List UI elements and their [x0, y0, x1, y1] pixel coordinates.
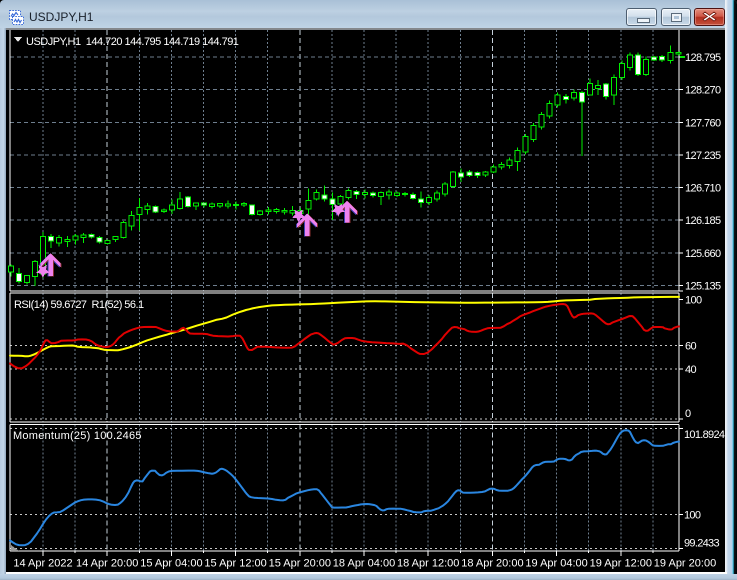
svg-text:15 Apr 20:00: 15 Apr 20:00 — [269, 558, 331, 570]
svg-text:15 Apr 04:00: 15 Apr 04:00 — [140, 558, 202, 570]
svg-text:14 Apr 2022: 14 Apr 2022 — [13, 558, 72, 570]
svg-text:19 Apr 12:00: 19 Apr 12:00 — [590, 558, 652, 570]
svg-text:15 Apr 12:00: 15 Apr 12:00 — [204, 558, 266, 570]
svg-text:0: 0 — [685, 408, 691, 420]
svg-text:18 Apr 04:00: 18 Apr 04:00 — [333, 558, 395, 570]
svg-text:USDJPY,H1 144.720 144.795 144: USDJPY,H1 144.720 144.795 144.719 144.79… — [26, 36, 239, 48]
svg-text:18 Apr 20:00: 18 Apr 20:00 — [461, 558, 523, 570]
svg-text:127.235: 127.235 — [685, 150, 721, 162]
svg-text:40: 40 — [685, 364, 697, 376]
svg-text:14 Apr 20:00: 14 Apr 20:00 — [76, 558, 138, 570]
svg-text:RSI(14) 59.6727 R1(52) 56.1: RSI(14) 59.6727 R1(52) 56.1 — [14, 299, 144, 311]
svg-text:126.710: 126.710 — [685, 183, 721, 195]
svg-text:19 Apr 04:00: 19 Apr 04:00 — [525, 558, 587, 570]
svg-text:127.760: 127.760 — [685, 117, 721, 129]
svg-text:128.795: 128.795 — [685, 52, 721, 64]
svg-text:100: 100 — [684, 509, 701, 521]
svg-text:99.2433: 99.2433 — [684, 538, 719, 550]
svg-text:Momentum(25) 100.2465: Momentum(25) 100.2465 — [13, 430, 142, 442]
svg-text:100: 100 — [685, 294, 702, 306]
svg-text:125.660: 125.660 — [685, 248, 721, 260]
svg-text:126.185: 126.185 — [685, 215, 721, 227]
svg-text:19 Apr 20:00: 19 Apr 20:00 — [654, 558, 716, 570]
svg-text:128.270: 128.270 — [685, 85, 721, 97]
svg-text:18 Apr 12:00: 18 Apr 12:00 — [397, 558, 459, 570]
svg-text:60: 60 — [685, 340, 697, 352]
svg-text:125.135: 125.135 — [685, 281, 721, 293]
svg-text:101.8924: 101.8924 — [684, 429, 725, 441]
